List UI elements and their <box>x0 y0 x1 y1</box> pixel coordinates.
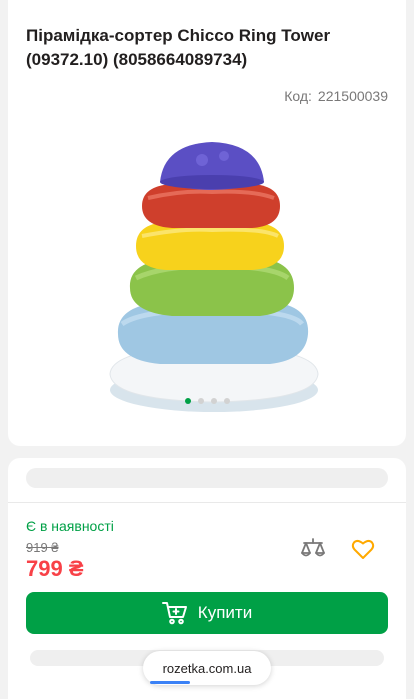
divider <box>8 502 406 503</box>
cart-icon <box>161 602 187 625</box>
page-load-progress <box>150 681 190 684</box>
gallery-dot-1[interactable] <box>184 398 191 404</box>
gallery-dot-4[interactable] <box>223 398 230 404</box>
product-code-value: 221500039 <box>317 88 388 104</box>
compare-button[interactable] <box>298 534 328 564</box>
product-header-card: Пірамідка-сортер Chicco Ring Tower (0937… <box>8 0 406 446</box>
product-image[interactable] <box>102 138 322 416</box>
wishlist-button[interactable] <box>348 534 378 564</box>
heart-icon <box>351 540 375 559</box>
scales-icon <box>301 538 325 557</box>
gallery-dot-3[interactable] <box>210 398 217 404</box>
buy-button[interactable]: Купити <box>26 592 388 634</box>
product-title: Пірамідка-сортер Chicco Ring Tower (0937… <box>26 26 331 69</box>
browser-address-pill[interactable]: rozetka.com.ua <box>143 651 271 685</box>
browser-url: rozetka.com.ua <box>162 660 252 676</box>
buy-button-label: Купити <box>197 603 253 622</box>
product-code: Код: 221500039 <box>284 88 388 104</box>
availability-status: Є в наявності <box>26 518 114 534</box>
current-price: 799 ₴ <box>26 556 84 581</box>
gallery-indicator[interactable] <box>8 398 406 404</box>
gallery-dot-2[interactable] <box>197 398 204 404</box>
old-price: 919 ₴ <box>26 540 59 555</box>
product-code-label: Код: <box>284 88 312 104</box>
loading-placeholder <box>26 468 388 488</box>
